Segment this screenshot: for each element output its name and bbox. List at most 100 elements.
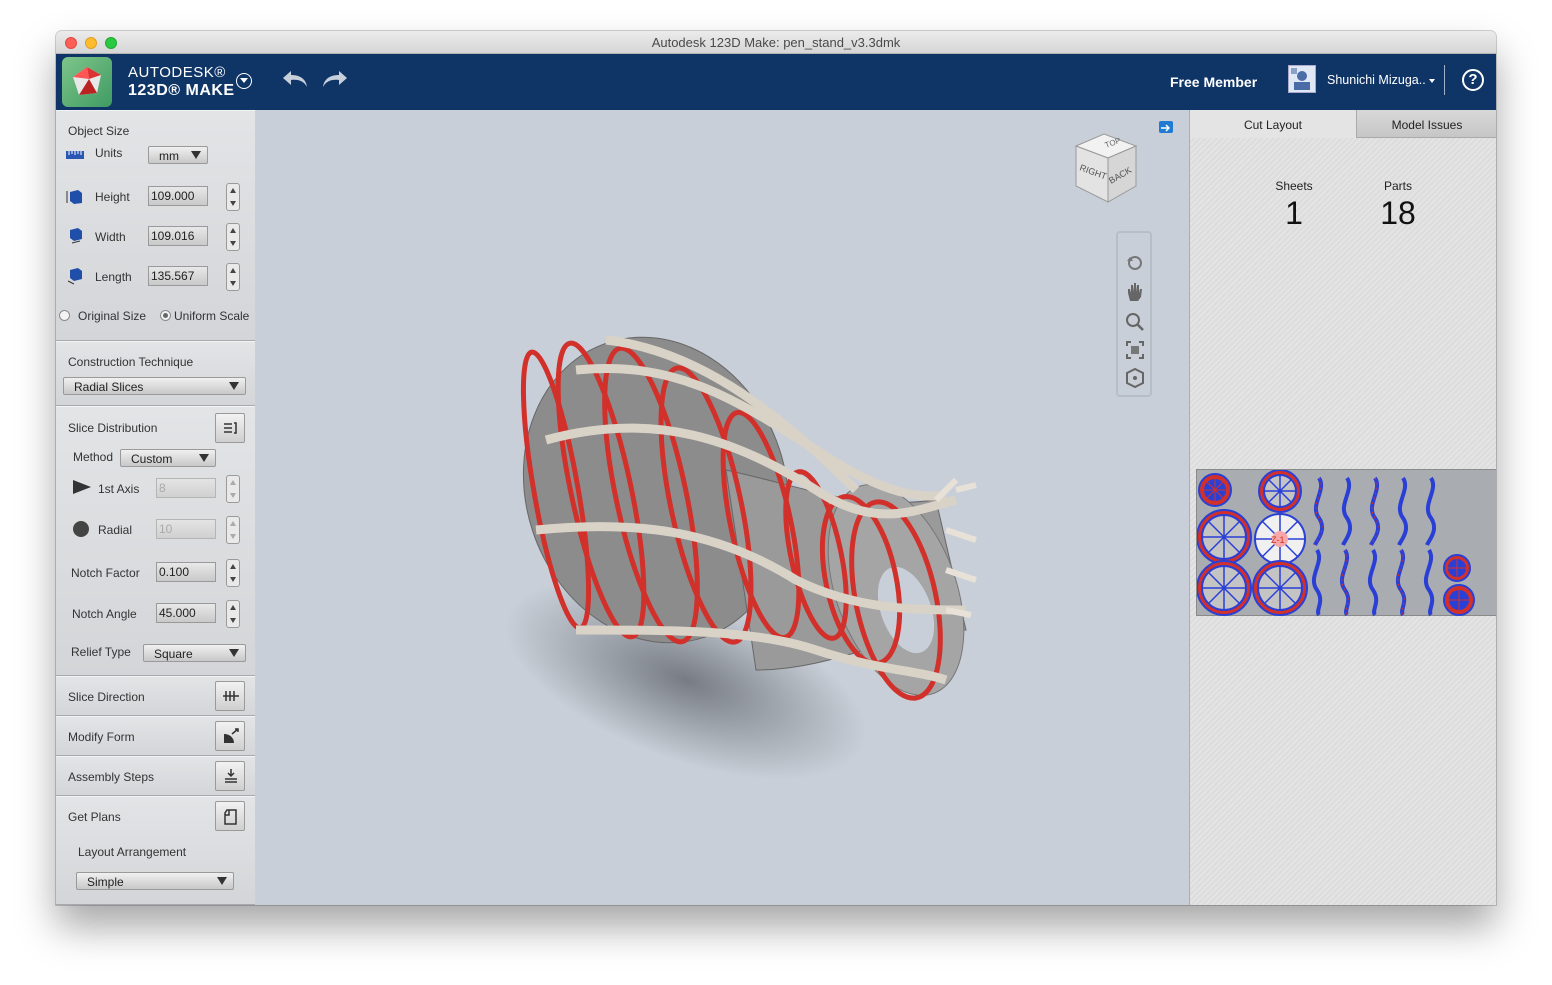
sheets-label: Sheets — [1275, 179, 1313, 193]
app-logo-icon[interactable] — [62, 57, 112, 107]
help-button[interactable]: ? — [1462, 69, 1484, 91]
parts-count: 18 — [1380, 195, 1416, 231]
ruler-icon — [66, 147, 84, 161]
method-value: Custom — [131, 452, 173, 466]
height-label: Height — [95, 190, 130, 204]
radial-stepper[interactable] — [226, 516, 240, 544]
part-ring[interactable] — [1258, 469, 1302, 513]
length-stepper[interactable] — [226, 263, 240, 291]
notch-factor-field[interactable]: 0.100 — [156, 562, 216, 582]
radial-field[interactable]: 10 — [156, 519, 216, 539]
panel-toggle-arrow-icon[interactable] — [1159, 121, 1173, 133]
undo-icon[interactable] — [280, 68, 310, 92]
uniform-scale-radio[interactable] — [160, 310, 171, 321]
units-dropdown[interactable]: mm — [148, 146, 208, 164]
brand-product: 123D® MAKE — [128, 82, 235, 99]
view-cube[interactable]: TOP RIGHT BACK — [1066, 126, 1146, 206]
uniform-scale-label[interactable]: Uniform Scale — [174, 309, 249, 323]
axis-field[interactable]: 8 — [156, 478, 216, 498]
fit-view-icon[interactable] — [1124, 339, 1146, 361]
modify-form-section[interactable]: Modify Form — [56, 716, 255, 756]
width-field[interactable]: 109.016 — [148, 226, 208, 246]
relief-type-value: Square — [154, 647, 193, 661]
original-size-radio[interactable] — [59, 310, 70, 321]
axis-play-icon — [72, 479, 91, 494]
part-ring[interactable] — [1443, 584, 1475, 616]
notch-factor-label: Notch Factor — [71, 566, 140, 580]
section-title: Assembly Steps — [68, 770, 155, 784]
section-title: Modify Form — [68, 730, 135, 744]
notch-factor-stepper[interactable] — [226, 559, 240, 587]
axis-stepper[interactable] — [226, 475, 240, 503]
slice-direction-section[interactable]: Slice Direction — [56, 676, 255, 716]
height-stepper[interactable] — [226, 183, 240, 211]
assembly-steps-section[interactable]: Assembly Steps — [56, 756, 255, 796]
app-window: Autodesk 123D Make: pen_stand_v3.3dmk AU… — [56, 31, 1496, 905]
height-cube-icon — [66, 189, 84, 204]
header-divider — [1444, 65, 1445, 95]
width-label: Width — [95, 230, 126, 244]
part-rib[interactable] — [1311, 548, 1323, 617]
dropdown-arrow-icon — [191, 151, 201, 159]
relief-type-dropdown[interactable]: Square — [143, 644, 246, 662]
units-value: mm — [159, 149, 179, 163]
length-field[interactable]: 135.567 — [148, 266, 208, 286]
right-panel: Cut Layout Model Issues Sheets 1 Parts 1… — [1189, 110, 1496, 905]
part-ring[interactable] — [1198, 473, 1232, 507]
notch-angle-stepper[interactable] — [226, 600, 240, 628]
original-size-label[interactable]: Original Size — [78, 309, 146, 323]
part-rib[interactable] — [1397, 476, 1409, 546]
method-dropdown[interactable]: Custom — [120, 449, 216, 467]
app-menu-chevron-icon[interactable] — [236, 73, 252, 89]
radial-label: Radial — [98, 523, 133, 537]
3d-viewport[interactable]: TOP RIGHT BACK — [256, 110, 1188, 905]
section-title: Get Plans — [68, 810, 121, 824]
dropdown-arrow-icon — [229, 649, 239, 657]
notch-angle-field[interactable]: 45.000 — [156, 603, 216, 623]
slice-direction-button[interactable] — [215, 681, 245, 711]
part-rib[interactable] — [1425, 476, 1437, 546]
user-menu-caret-icon[interactable] — [1429, 79, 1435, 83]
construction-dropdown[interactable]: Radial Slices — [63, 377, 246, 395]
zoom-icon[interactable] — [1124, 311, 1146, 333]
assembly-steps-button[interactable] — [215, 761, 245, 791]
part-ring[interactable] — [1196, 509, 1252, 565]
user-name[interactable]: Shunichi Mizuga.. — [1327, 73, 1426, 87]
orbit-icon[interactable] — [1124, 253, 1146, 273]
pan-hand-icon[interactable] — [1124, 281, 1146, 303]
redo-icon[interactable] — [320, 68, 350, 92]
part-ring[interactable] — [1443, 554, 1471, 582]
get-plans-button[interactable] — [215, 801, 245, 831]
title-bar: Autodesk 123D Make: pen_stand_v3.3dmk — [56, 31, 1496, 54]
method-label: Method — [73, 450, 114, 464]
construction-value: Radial Slices — [74, 380, 144, 394]
section-title: Slice Distribution — [68, 421, 158, 435]
tab-cut-layout[interactable]: Cut Layout — [1190, 110, 1356, 138]
dropdown-arrow-icon — [229, 382, 239, 390]
part-rib[interactable] — [1341, 476, 1353, 546]
part-tag-label: Z-1 — [1271, 535, 1285, 545]
user-avatar[interactable] — [1288, 65, 1316, 93]
relief-type-label: Relief Type — [71, 645, 131, 659]
membership-label[interactable]: Free Member — [1170, 74, 1257, 90]
cut-layout-sheet[interactable]: Z-1 — [1196, 469, 1496, 617]
part-rib[interactable] — [1367, 548, 1379, 617]
section-title: Slice Direction — [68, 690, 145, 704]
slice-distribution-section: Slice Distribution Method Custom 1st Axi… — [56, 406, 255, 676]
width-cube-icon — [66, 227, 84, 244]
radial-circle-icon — [72, 520, 90, 537]
tab-model-issues[interactable]: Model Issues — [1356, 110, 1496, 138]
slice-distribution-button[interactable] — [215, 413, 245, 443]
app-header: AUTODESK® 123D® MAKE Free Member Shunich… — [56, 54, 1496, 110]
modify-form-button[interactable] — [215, 721, 245, 751]
width-stepper[interactable] — [226, 223, 240, 251]
axis-label: 1st Axis — [98, 482, 140, 496]
part-ring[interactable] — [1196, 560, 1252, 616]
part-rib[interactable] — [1423, 548, 1435, 617]
part-ring[interactable] — [1252, 560, 1308, 616]
layout-arrangement-dropdown[interactable]: Simple — [76, 872, 234, 890]
model-canvas[interactable] — [256, 110, 1188, 905]
part-ring[interactable]: Z-1 — [1254, 513, 1306, 565]
height-field[interactable]: 109.000 — [148, 186, 208, 206]
home-view-cube-icon[interactable] — [1124, 367, 1146, 389]
